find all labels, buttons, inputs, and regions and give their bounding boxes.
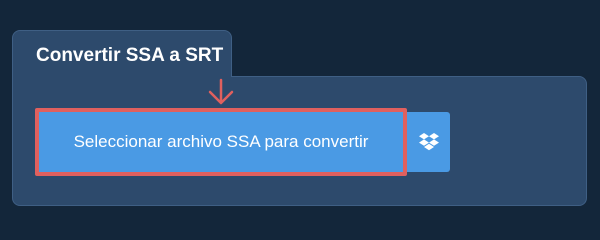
converter-widget: Convertir SSA a SRT Seleccionar archivo … <box>0 0 600 230</box>
pointer-arrow-icon <box>208 78 234 105</box>
dropbox-button[interactable] <box>407 112 450 172</box>
select-ssa-file-button[interactable]: Seleccionar archivo SSA para convertir <box>35 108 407 176</box>
tab-panel-seam <box>13 74 231 80</box>
converter-tab: Convertir SSA a SRT <box>12 30 232 80</box>
dropbox-icon <box>418 133 439 151</box>
converter-title: Convertir SSA a SRT <box>36 45 224 66</box>
